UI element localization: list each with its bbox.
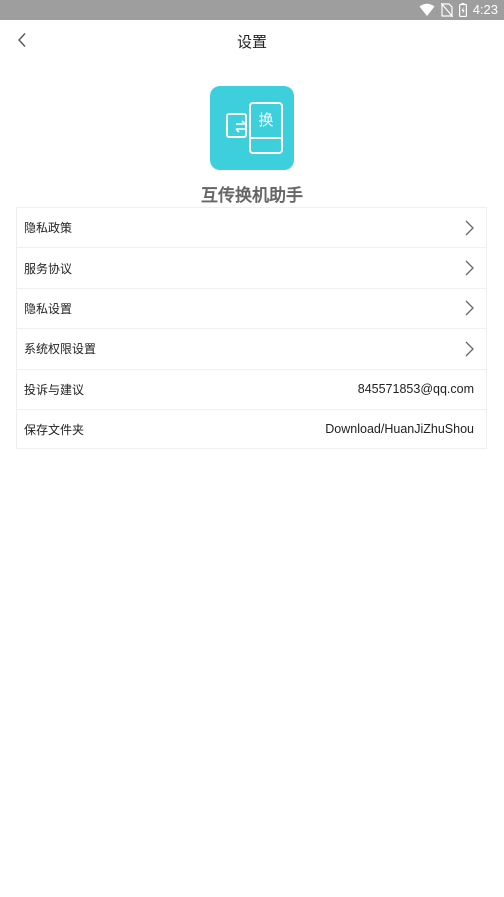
row-label: 隐私政策 bbox=[24, 221, 73, 236]
save-folder-path: Download/HuanJiZhuShou bbox=[325, 422, 474, 437]
settings-list: 隐私政策 服务协议 隐私设置 系统权限设置 投诉与建议 845571853@qq… bbox=[16, 207, 487, 450]
save-folder-row[interactable]: 保存文件夹 Download/HuanJiZhuShou bbox=[17, 408, 486, 450]
row-label: 系统权限设置 bbox=[24, 342, 97, 357]
back-button[interactable] bbox=[8, 26, 36, 58]
row-label: 保存文件夹 bbox=[24, 422, 85, 437]
app-bar: 设置 bbox=[0, 20, 504, 64]
feedback-row[interactable]: 投诉与建议 845571853@qq.com bbox=[17, 368, 486, 409]
battery-icon bbox=[458, 3, 467, 17]
system-permissions-row[interactable]: 系统权限设置 bbox=[17, 328, 486, 368]
wifi-icon bbox=[419, 3, 435, 17]
chevron-left-icon bbox=[17, 32, 27, 52]
row-label: 隐私设置 bbox=[24, 301, 73, 316]
service-agreement-row[interactable]: 服务协议 bbox=[17, 247, 486, 287]
status-icons: 4:23 bbox=[419, 0, 498, 20]
chevron-right-icon bbox=[462, 341, 474, 357]
chevron-right-icon bbox=[462, 260, 474, 276]
chevron-right-icon bbox=[462, 220, 474, 236]
chevron-right-icon bbox=[462, 300, 474, 316]
app-name: 互传换机助手 bbox=[201, 186, 303, 206]
status-time: 4:23 bbox=[472, 2, 498, 17]
no-sim-icon bbox=[440, 3, 453, 17]
status-bar: 4:23 bbox=[0, 0, 504, 20]
row-label: 投诉与建议 bbox=[24, 382, 85, 397]
row-label: 服务协议 bbox=[24, 261, 73, 276]
privacy-settings-row[interactable]: 隐私设置 bbox=[17, 287, 486, 328]
phone-transfer-icon bbox=[226, 102, 283, 154]
privacy-policy-row[interactable]: 隐私政策 bbox=[17, 207, 486, 247]
app-logo bbox=[210, 86, 294, 170]
logo-glyph: 换 bbox=[258, 111, 274, 129]
page-title: 设置 bbox=[236, 33, 267, 51]
feedback-email: 845571853@qq.com bbox=[357, 382, 474, 397]
